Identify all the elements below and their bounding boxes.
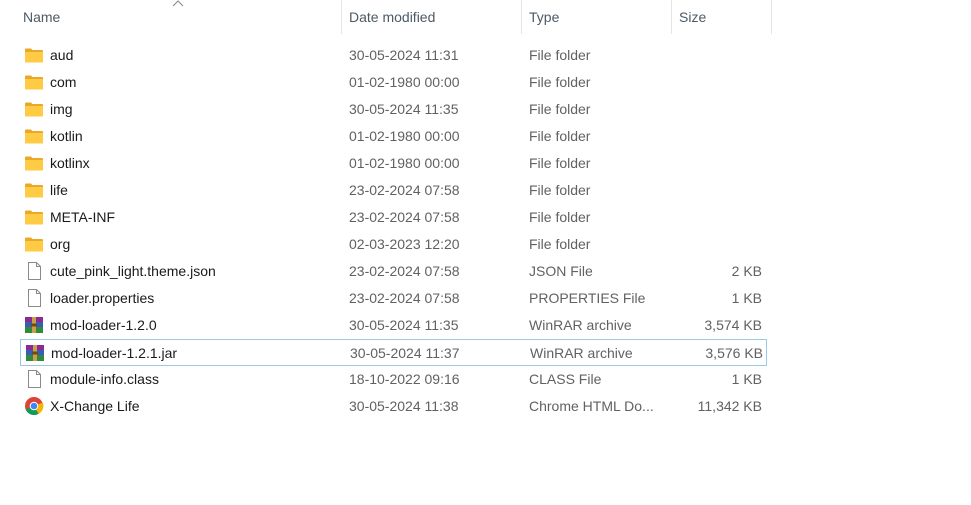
file-date-modified: 30-05-2024 11:38 (349, 398, 459, 414)
file-name: loader.properties (50, 290, 155, 306)
file-type: Chrome HTML Do... (529, 398, 654, 414)
winrar-icon (24, 316, 44, 334)
file-row[interactable]: loader.properties 23-02-2024 07:58 PROPERT… (0, 285, 772, 312)
file-name: mod-loader-1.2.0 (50, 317, 157, 333)
folder-icon (24, 46, 44, 64)
file-row[interactable]: mod-loader-1.2.0 30-05-2024 11:35 WinRAR a… (0, 312, 772, 339)
file-size (672, 123, 762, 150)
file-date-modified: 02-03-2023 12:20 (349, 236, 460, 252)
file-icon (24, 262, 44, 280)
file-type: CLASS File (529, 371, 602, 387)
winrar-icon (25, 344, 45, 362)
file-size: 3,574 KB (704, 317, 762, 333)
file-row[interactable]: cute_pink_light.theme.json 23-02-2024 07:… (0, 258, 772, 285)
file-name: kotlin (50, 128, 83, 144)
column-header-type[interactable]: Type (522, 0, 672, 34)
file-size: 3,576 KB (705, 345, 763, 361)
file-type: File folder (529, 74, 591, 90)
file-type: File folder (529, 236, 591, 252)
file-name: module-info.class (50, 371, 159, 387)
file-type: WinRAR archive (530, 345, 633, 361)
column-header: Name Date modified Type Size (0, 0, 772, 34)
file-name: aud (50, 47, 74, 63)
file-row[interactable]: module-info.class 18-10-2022 09:16 CLASS F… (0, 366, 772, 393)
file-size: 1 KB (731, 290, 762, 306)
file-row[interactable]: com 01-02-1980 00:00 File folder (0, 69, 772, 96)
folder-icon (24, 235, 44, 253)
file-size (672, 69, 762, 96)
file-date-modified: 30-05-2024 11:35 (349, 317, 459, 333)
file-size: 1 KB (731, 371, 762, 387)
folder-icon (24, 181, 44, 199)
file-date-modified: 30-05-2024 11:31 (349, 47, 459, 63)
file-date-modified: 23-02-2024 07:58 (349, 182, 460, 198)
file-name: img (50, 101, 73, 117)
file-date-modified: 23-02-2024 07:58 (349, 209, 460, 225)
file-row[interactable]: img 30-05-2024 11:35 File folder (0, 96, 772, 123)
file-type: File folder (529, 209, 591, 225)
file-date-modified: 23-02-2024 07:58 (349, 290, 460, 306)
file-row[interactable]: X-Change Life 30-05-2024 11:38 Chrome HTML… (0, 393, 772, 420)
file-date-modified: 01-02-1980 00:00 (349, 155, 460, 171)
folder-icon (24, 154, 44, 172)
sort-ascending-icon (172, 0, 184, 7)
file-date-modified: 23-02-2024 07:58 (349, 263, 460, 279)
file-icon (24, 289, 44, 307)
chrome-icon (24, 396, 44, 416)
folder-icon (24, 100, 44, 118)
file-row[interactable]: org 02-03-2023 12:20 File folder (0, 231, 772, 258)
file-icon (24, 370, 44, 388)
file-size (672, 231, 762, 258)
file-size (672, 204, 762, 231)
file-date-modified: 18-10-2022 09:16 (349, 371, 460, 387)
file-row[interactable]: kotlinx 01-02-1980 00:00 File folder (0, 150, 772, 177)
file-name: org (50, 236, 71, 252)
file-name: kotlinx (50, 155, 90, 171)
file-row[interactable]: META-INF 23-02-2024 07:58 File folder (0, 204, 772, 231)
file-row[interactable]: kotlin 01-02-1980 00:00 File folder (0, 123, 772, 150)
file-row[interactable]: aud 30-05-2024 11:31 File folder (0, 42, 772, 69)
file-type: File folder (529, 155, 591, 171)
file-date-modified: 01-02-1980 00:00 (349, 74, 460, 90)
file-name: com (50, 74, 77, 90)
file-explorer: Name Date modified Type Size aud 30-05-20… (0, 0, 971, 505)
file-name: mod-loader-1.2.1.jar (51, 345, 178, 361)
folder-icon (24, 73, 44, 91)
file-date-modified: 01-02-1980 00:00 (349, 128, 460, 144)
file-name: X-Change Life (50, 398, 140, 414)
column-header-size[interactable]: Size (672, 0, 772, 34)
folder-icon (24, 208, 44, 226)
folder-icon (24, 127, 44, 145)
file-type: File folder (529, 101, 591, 117)
file-type: PROPERTIES File (529, 290, 646, 306)
file-type: JSON File (529, 263, 593, 279)
file-row[interactable]: life 23-02-2024 07:58 File folder (0, 177, 772, 204)
column-header-date-modified[interactable]: Date modified (342, 0, 522, 34)
file-date-modified: 30-05-2024 11:35 (349, 101, 459, 117)
file-name: META-INF (50, 209, 116, 225)
file-type: File folder (529, 182, 591, 198)
column-header-name[interactable]: Name (0, 0, 342, 34)
file-name: life (50, 182, 68, 198)
file-row[interactable]: mod-loader-1.2.1.jar 30-05-2024 11:37 WinR… (20, 339, 767, 366)
file-date-modified: 30-05-2024 11:37 (350, 345, 460, 361)
file-type: WinRAR archive (529, 317, 632, 333)
file-name: cute_pink_light.theme.json (50, 263, 216, 279)
file-list: aud 30-05-2024 11:31 File folder com 01-02-1… (0, 42, 772, 420)
file-type: File folder (529, 47, 591, 63)
file-size: 2 KB (731, 263, 762, 279)
file-size (672, 150, 762, 177)
file-type: File folder (529, 128, 591, 144)
file-size (672, 177, 762, 204)
file-size: 11,342 KB (697, 398, 762, 414)
file-size (672, 96, 762, 123)
file-size (672, 42, 762, 69)
